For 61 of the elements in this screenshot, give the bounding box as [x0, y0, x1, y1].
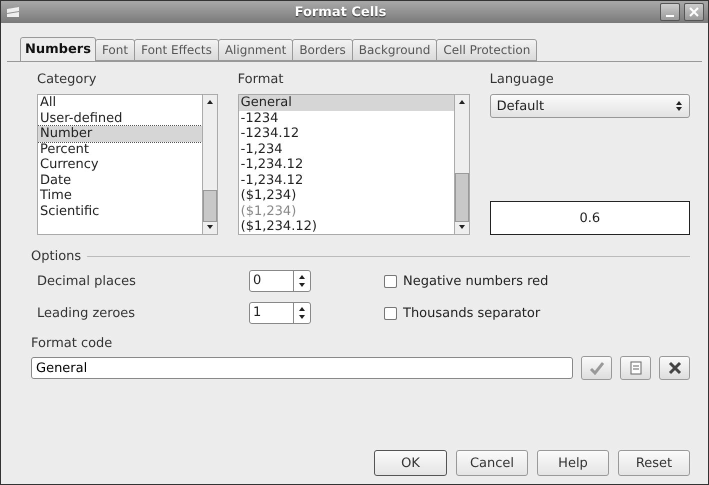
preview-field: 0.6	[490, 201, 690, 235]
checkmark-icon	[588, 361, 604, 375]
list-item[interactable]: All	[38, 95, 202, 110]
tab[interactable]: Alignment	[218, 39, 294, 61]
tab[interactable]: Font Effects	[134, 39, 219, 61]
minimize-icon	[666, 14, 674, 16]
list-item[interactable]: ($1,234)	[238, 188, 454, 204]
dialog-button[interactable]: Cancel	[456, 450, 528, 476]
category-label: Category	[37, 72, 98, 87]
note-icon	[628, 360, 642, 376]
spinner-label: Leading zeroes	[37, 306, 136, 320]
delete-button[interactable]	[659, 356, 690, 380]
options-heading: Options	[31, 249, 82, 264]
tab[interactable]: Font	[94, 39, 136, 61]
list-box[interactable]: All User-defined Number Percent Currency Date Time Scientific	[37, 94, 218, 235]
spinner-label: Decimal places	[37, 274, 137, 288]
list-item[interactable]: -1,234	[238, 142, 454, 157]
list-item[interactable]: -1234.12	[238, 126, 454, 142]
comment-button[interactable]	[620, 356, 651, 380]
list-item[interactable]: ($1,234)	[238, 204, 454, 219]
updown-icon	[675, 100, 683, 112]
list-box[interactable]: General -1234 -1234.12 -1,234 -1,234.12 -1,234.12 ($1,234) ($1,234) ($1,234.12)	[238, 94, 470, 235]
list-item[interactable]: User-defined	[38, 110, 202, 126]
dialog-button[interactable]: OK	[374, 450, 447, 476]
scrollbar[interactable]	[454, 95, 469, 234]
list-item[interactable]: -1,234.12	[238, 172, 454, 188]
list-item[interactable]: -1234	[238, 110, 454, 126]
minimize-button[interactable]	[660, 3, 680, 21]
list-item[interactable]: Percent	[38, 142, 202, 157]
language-label: Language	[490, 72, 555, 87]
scrollbar-thumb[interactable]	[454, 173, 469, 222]
close-button[interactable]	[684, 3, 704, 21]
tab[interactable]: Cell Protection	[436, 39, 538, 61]
app-icon	[5, 5, 21, 19]
scrollbar-thumb[interactable]	[202, 190, 217, 222]
tab[interactable]: Background	[352, 39, 438, 61]
close-icon	[689, 7, 699, 17]
close-icon	[668, 361, 682, 375]
list-item[interactable]: ($1,234.12)	[238, 219, 454, 234]
list-item[interactable]: Number	[38, 126, 202, 142]
scrollbar[interactable]	[202, 95, 217, 234]
format-code-field[interactable]: General	[31, 357, 573, 379]
list-item[interactable]: Time	[38, 188, 202, 204]
list-item[interactable]: General	[238, 95, 454, 110]
dialog-button[interactable]: Help	[537, 450, 609, 476]
checkbox[interactable]: Negative numbers red	[384, 274, 690, 288]
spin-field[interactable]: 1	[249, 302, 311, 324]
list-item[interactable]: -1,234.12	[238, 157, 454, 172]
spin-field[interactable]: 0	[249, 270, 311, 292]
format-label: Format	[238, 72, 284, 87]
list-item[interactable]: Date	[38, 172, 202, 188]
tab[interactable]: Numbers	[20, 37, 96, 61]
window-title: Format Cells	[294, 4, 388, 20]
list-item[interactable]: Currency	[38, 157, 202, 172]
format-code-label: Format code	[31, 336, 112, 351]
list-item[interactable]: Scientific	[38, 204, 202, 219]
checkbox[interactable]: Thousands separator	[384, 306, 690, 320]
dialog-button[interactable]: Reset	[618, 450, 690, 476]
tab[interactable]: Borders	[292, 39, 353, 61]
check-button[interactable]	[581, 356, 612, 380]
language-dropdown[interactable]: Default	[490, 94, 690, 118]
